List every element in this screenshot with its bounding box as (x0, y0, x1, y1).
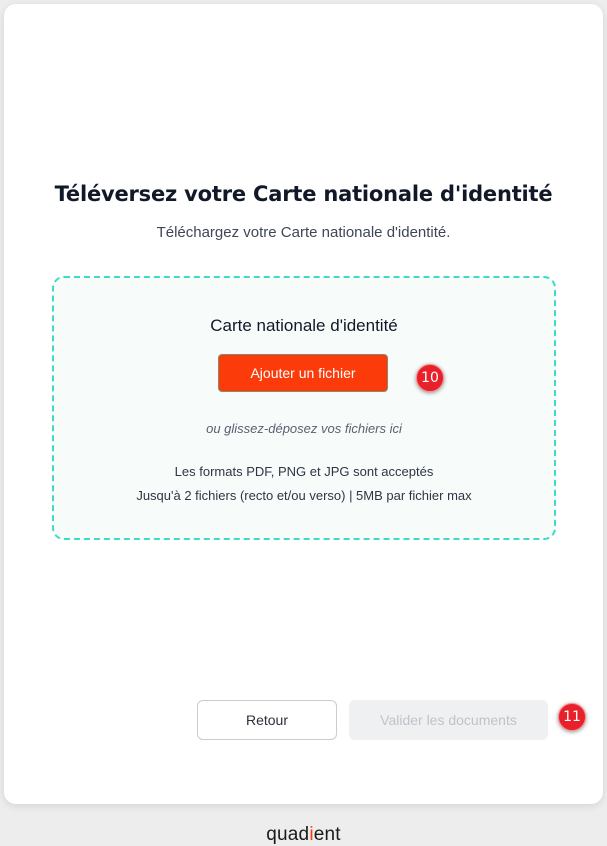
logo-text-end: ent (313, 824, 341, 845)
file-limits-text: Jusqu'à 2 fichiers (recto et/ou verso) |… (136, 488, 472, 503)
accepted-formats-text: Les formats PDF, PNG et JPG sont accepté… (174, 464, 434, 479)
document-type-label: Carte nationale d'identité (210, 316, 398, 335)
step-marker-validate: 11 (558, 703, 586, 731)
file-dropzone[interactable]: Carte nationale d'identité Ajouter un fi… (52, 276, 556, 540)
validate-documents-button[interactable]: Valider les documents (349, 700, 548, 740)
page-subtitle: Téléchargez votre Carte nationale d'iden… (156, 224, 451, 241)
page-title: Téléversez votre Carte nationale d'ident… (54, 182, 553, 206)
drag-drop-hint: ou glissez-déposez vos fichiers ici (206, 421, 402, 436)
quadient-logo: quadient (0, 824, 607, 846)
back-button[interactable]: Retour (197, 700, 337, 740)
logo-text-start: quad (266, 824, 310, 845)
step-marker-upload: 10 (416, 364, 444, 392)
add-file-button[interactable]: Ajouter un fichier (218, 354, 388, 392)
